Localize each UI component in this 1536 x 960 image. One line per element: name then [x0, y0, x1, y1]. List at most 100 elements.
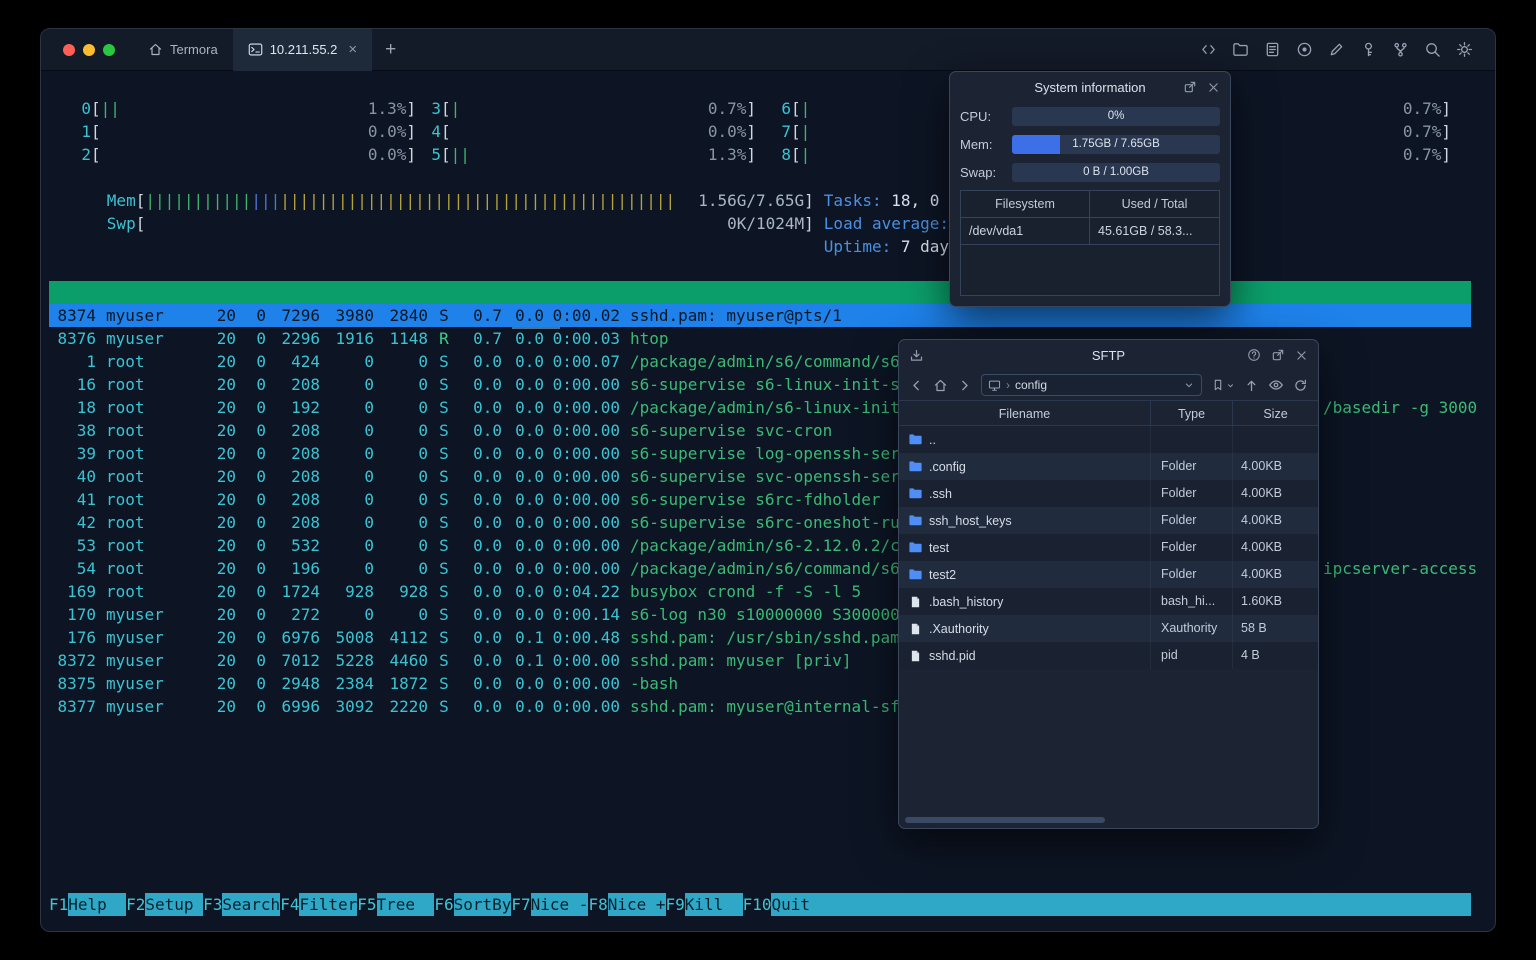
breadcrumb-separator: ›: [1006, 378, 1010, 392]
fkey-label-f3[interactable]: Search: [222, 893, 281, 916]
cpu-meter-5: 5[|| 1.3%]: [431, 145, 756, 164]
filesystem-table: Filesystem Used / Total /dev/vda1 45.61G…: [960, 190, 1220, 296]
mem-usage-row: Mem: 1.75GB / 7.65GB: [950, 130, 1230, 158]
record-icon[interactable]: [1296, 41, 1313, 58]
mem-usage-text: 1.75GB / 7.65GB: [1072, 138, 1160, 150]
search-icon[interactable]: [1424, 41, 1441, 58]
file-size: 4.00KB: [1241, 486, 1283, 500]
folder-icon: [907, 567, 923, 582]
fkey-label-f8[interactable]: Nice +: [607, 893, 666, 916]
file-row-.ssh[interactable]: .ssh Folder 4.00KB: [899, 480, 1318, 507]
tab-close-icon[interactable]: ×: [348, 42, 357, 57]
cpu-label: CPU:: [960, 108, 992, 124]
window-close-button[interactable]: [63, 43, 75, 56]
home-icon[interactable]: [933, 378, 948, 393]
notes-icon[interactable]: [1264, 41, 1281, 58]
mem-label: Mem:: [960, 136, 993, 152]
fkey-f10[interactable]: F10: [743, 893, 772, 916]
uptime-line: Uptime: 7 days, 16:2: [49, 212, 1471, 256]
fkey-label-f4[interactable]: Filter: [299, 893, 358, 916]
file-name: test: [929, 540, 950, 555]
upload-up-icon[interactable]: [1244, 378, 1259, 393]
cpu-meter-row-2: 1[0.0%] 4[0.0%] 7[| 0.7%]: [49, 120, 1471, 143]
bookmark-dropdown-icon[interactable]: [1226, 381, 1235, 390]
path-breadcrumb[interactable]: › config: [981, 374, 1202, 396]
col-type[interactable]: Type: [1151, 401, 1233, 425]
swap-usage-text: 0 B / 1.00GB: [1083, 166, 1149, 178]
window-zoom-button[interactable]: [103, 43, 115, 56]
file-row-test[interactable]: test Folder 4.00KB: [899, 534, 1318, 561]
app-window: Termora 10.211.55.2 × + 0[|| 1.3%] 3[| 0.7%…: [40, 28, 1496, 932]
toolbar: [1200, 41, 1495, 58]
file-row-sshd.pid[interactable]: sshd.pid pid 4 B: [899, 642, 1318, 669]
file-row-.bash_history[interactable]: .bash_history bash_hi... 1.60KB: [899, 588, 1318, 615]
fkey-label-f6[interactable]: SortBy: [453, 893, 512, 916]
fkey-f1[interactable]: F1: [49, 893, 68, 916]
fkey-f5[interactable]: F5: [357, 893, 376, 916]
fkey-f3[interactable]: F3: [203, 893, 222, 916]
home-icon: [148, 42, 163, 57]
fkey-f9[interactable]: F9: [666, 893, 685, 916]
back-icon[interactable]: [909, 378, 924, 393]
folder-icon: [907, 486, 923, 501]
fkey-f4[interactable]: F4: [280, 893, 299, 916]
file-row-test2[interactable]: test2 Folder 4.00KB: [899, 561, 1318, 588]
fkey-label-f5[interactable]: Tree: [376, 893, 435, 916]
close-icon[interactable]: [1207, 81, 1220, 94]
fkey-label-f1[interactable]: Help: [68, 893, 127, 916]
open-in-new-window-icon[interactable]: [1271, 348, 1285, 362]
git-branch-icon[interactable]: [1392, 41, 1409, 58]
cpu-meter-row-3: 2[0.0%] 5[|| 1.3%] 8[| 0.7%]: [49, 143, 1471, 166]
horizontal-scrollbar-thumb[interactable]: [905, 817, 1105, 823]
sftp-panel: SFTP › config Filename Type Size .. .con…: [898, 339, 1319, 829]
fkey-f7[interactable]: F7: [511, 893, 530, 916]
file-type: Folder: [1151, 561, 1233, 588]
settings-gear-icon[interactable]: [1456, 41, 1473, 58]
file-row-.Xauthority[interactable]: .Xauthority Xauthority 58 B: [899, 615, 1318, 642]
file-type: [1151, 426, 1233, 453]
show-hidden-eye-icon[interactable]: [1268, 377, 1284, 393]
key-icon[interactable]: [1360, 41, 1377, 58]
file-name: ssh_host_keys: [929, 513, 1012, 528]
fkey-f8[interactable]: F8: [588, 893, 607, 916]
traffic-lights: [41, 43, 133, 56]
help-icon[interactable]: [1247, 348, 1261, 362]
swap-usage-bar: 0 B / 1.00GB: [1012, 162, 1220, 182]
fkey-f2[interactable]: F2: [126, 893, 145, 916]
terminal-icon: [248, 42, 263, 57]
file-size: [1233, 426, 1318, 453]
file-name: .Xauthority: [929, 621, 989, 636]
tab-termora[interactable]: Termora: [133, 29, 233, 71]
close-icon[interactable]: [1295, 349, 1308, 362]
file-row-.config[interactable]: .config Folder 4.00KB: [899, 453, 1318, 480]
chevron-down-icon[interactable]: [1183, 379, 1195, 391]
fkey-label-f9[interactable]: Kill: [684, 893, 743, 916]
forward-icon[interactable]: [957, 378, 972, 393]
fkey-label-f7[interactable]: Nice -: [530, 893, 589, 916]
breadcrumb-current-folder[interactable]: config: [1015, 378, 1047, 392]
refresh-icon[interactable]: [1293, 378, 1308, 393]
pencil-icon[interactable]: [1328, 41, 1345, 58]
col-filename[interactable]: Filename: [899, 401, 1151, 425]
fkey-label-f2[interactable]: Setup: [145, 893, 204, 916]
tab-host[interactable]: 10.211.55.2 ×: [232, 29, 373, 71]
window-minimize-button[interactable]: [83, 43, 95, 56]
bookmark-icon[interactable]: [1211, 378, 1225, 392]
code-icon[interactable]: [1200, 41, 1217, 58]
process-row-8374[interactable]: 8374 myuser 20 0 7296 3980 2840 S 0.7 0.0 0:00.02 s…: [49, 304, 1471, 327]
process-table-header: PIDUSERPRINIVIRTRESSHRSCPU%▽MEM%TIME+Com…: [49, 281, 1471, 329]
file-size: 58 B: [1241, 621, 1267, 635]
fkey-label-f10[interactable]: Quit: [771, 893, 830, 916]
col-size[interactable]: Size: [1233, 401, 1318, 425]
tab-host-label: 10.211.55.2: [269, 42, 338, 57]
folder-icon[interactable]: [1232, 41, 1249, 58]
new-tab-button[interactable]: +: [372, 39, 409, 61]
fkey-f6[interactable]: F6: [434, 893, 453, 916]
file-row-..[interactable]: ..: [899, 426, 1318, 453]
cpu-meter-1: 1[0.0%]: [81, 122, 416, 141]
fs-col-filesystem: Filesystem: [961, 191, 1090, 217]
fs-name: /dev/vda1: [961, 218, 1090, 244]
file-row-ssh_host_keys[interactable]: ssh_host_keys Folder 4.00KB: [899, 507, 1318, 534]
filesystem-row[interactable]: /dev/vda1 45.61GB / 58.3...: [961, 218, 1219, 245]
open-in-new-window-icon[interactable]: [1183, 80, 1197, 94]
